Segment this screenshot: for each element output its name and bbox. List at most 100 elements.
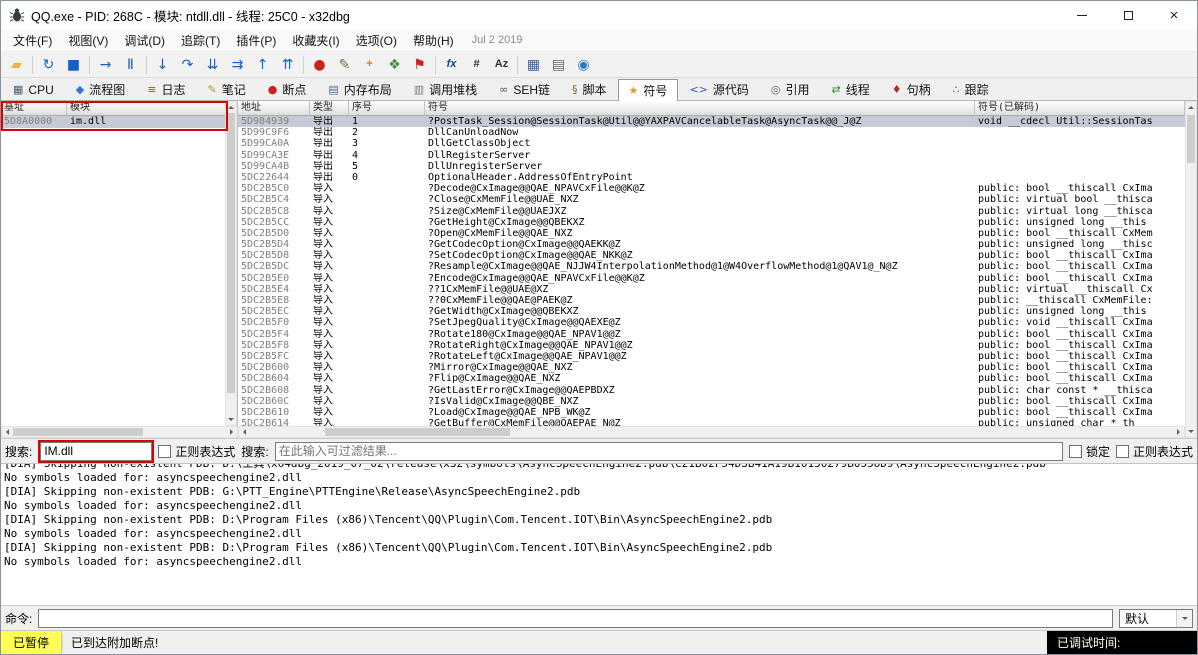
symbol-row[interactable]: 5DC2B5F4导入?Rotate180@CxImage@@QAE_NPAV1@… <box>238 329 1185 340</box>
tab-memory-map[interactable]: ▤内存布局 <box>317 78 402 100</box>
tab-trace[interactable]: ∴跟踪 <box>942 78 1000 100</box>
tab-seh-chain[interactable]: ∞SEH链 <box>488 78 561 100</box>
column-header-decoded[interactable]: 符号(已解码) <box>975 101 1185 116</box>
column-header-module[interactable]: 模块 <box>67 101 226 116</box>
command-profile-select[interactable]: 默认 <box>1119 609 1193 628</box>
scroll-down-button[interactable] <box>226 414 236 425</box>
restart-button[interactable]: ↻ <box>36 54 61 76</box>
scrollbar-track[interactable] <box>250 427 1173 437</box>
column-header-address[interactable]: 地址 <box>238 101 310 116</box>
symbol-row[interactable]: 5DC2B610导入?Load@CxImage@@QAE_NPB_WK@Zpub… <box>238 407 1185 418</box>
symbols-vertical-scrollbar[interactable] <box>1185 101 1197 438</box>
scrollbar-thumb[interactable] <box>325 428 510 436</box>
symbol-row[interactable]: 5DC2B5E4导入??1CxMemFile@@UAE@XZpublic: vi… <box>238 284 1185 295</box>
modules-vertical-scrollbar[interactable] <box>225 101 237 426</box>
scroll-down-button[interactable] <box>1186 426 1196 437</box>
module-regex-toggle[interactable]: 正则表达式 <box>158 443 235 460</box>
command-input[interactable] <box>38 609 1113 628</box>
symbol-row[interactable]: 5DC2B5C0导入?Decode@CxImage@@QAE_NPAVCxFil… <box>238 183 1185 194</box>
menu-item[interactable]: 调试(D) <box>116 30 173 51</box>
lock-checkbox[interactable] <box>1069 445 1082 458</box>
symbol-regex-checkbox[interactable] <box>1116 445 1129 458</box>
symbol-row[interactable]: 5D99CA0A导出3DllGetClassObject <box>238 138 1185 149</box>
tab-threads[interactable]: ⇄线程 <box>821 78 881 100</box>
menu-item[interactable]: 选项(O) <box>348 30 405 51</box>
scroll-right-button[interactable] <box>226 427 237 437</box>
symbol-row[interactable]: 5DC2B604导入?Flip@CxImage@@QAE_NXZpublic: … <box>238 373 1185 384</box>
symbol-row[interactable]: 5DC22644导出0OptionalHeader.AddressOfEntry… <box>238 172 1185 183</box>
tab-notes[interactable]: ✎笔记 <box>196 78 256 100</box>
settings-button[interactable]: ◉ <box>571 54 596 76</box>
pause-button[interactable]: Ⅱ <box>118 54 143 76</box>
symbol-row[interactable]: 5DC2B614导入?GetBuffer@CxMemFile@@QAEPAE_N… <box>238 418 1185 426</box>
maximize-button[interactable] <box>1105 1 1151 29</box>
tab-graph[interactable]: ◆流程图 <box>65 78 136 100</box>
tab-log[interactable]: ≡日志 <box>136 78 196 100</box>
lock-toggle[interactable]: 锁定 <box>1069 443 1110 460</box>
column-header-type[interactable]: 类型 <box>310 101 349 116</box>
execute-till-return-button[interactable]: ↑ <box>250 54 275 76</box>
symbol-row[interactable]: 5DC2B5D8导入?SetCodecOption@CxImage@@QAE_N… <box>238 250 1185 261</box>
symbol-row[interactable]: 5DC2B608导入?GetLastError@CxImage@@QAEPBDX… <box>238 385 1185 396</box>
symbol-row[interactable]: 5D984939导出1?PostTask_Session@SessionTask… <box>238 116 1185 127</box>
symbol-row[interactable]: 5DC2B5D4导入?GetCodecOption@CxImage@@QAEKK… <box>238 239 1185 250</box>
tab-handles[interactable]: ♦句柄 <box>881 78 942 100</box>
memory-map-button[interactable]: ▦ <box>521 54 546 76</box>
scroll-left-button[interactable] <box>2 427 13 437</box>
symbol-row[interactable]: 5DC2B60C导入?IsValid@CxImage@@QBE_NXZpubli… <box>238 396 1185 407</box>
scroll-up-button[interactable] <box>226 102 236 113</box>
symbol-row[interactable]: 5DC2B5CC导入?GetHeight@CxImage@@QBEKXZpubl… <box>238 217 1185 228</box>
symbol-filter-input[interactable] <box>275 442 1063 461</box>
run-to-user-code-button[interactable]: ⇈ <box>275 54 300 76</box>
scrollbar-thumb[interactable] <box>1187 115 1195 163</box>
scrollbar-track[interactable] <box>1186 113 1196 426</box>
symbol-row[interactable]: 5DC2B600导入?Mirror@CxImage@@QAE_NXZpublic… <box>238 362 1185 373</box>
step-into-button[interactable]: ↓ <box>150 54 175 76</box>
module-row[interactable]: 5D8A0000im.dll <box>1 116 226 128</box>
symbol-row[interactable]: 5DC2B5F0导入?SetJpegQuality@CxImage@@QAEXE… <box>238 317 1185 328</box>
stop-button[interactable]: ■ <box>61 54 86 76</box>
breakpoint-button[interactable]: ● <box>307 54 332 76</box>
menu-item[interactable]: 文件(F) <box>5 30 60 51</box>
module-regex-checkbox[interactable] <box>158 445 171 458</box>
scroll-up-button[interactable] <box>1186 102 1196 113</box>
run-button[interactable]: → <box>93 54 118 76</box>
tab-call-stack[interactable]: ▥调用堆栈 <box>403 78 488 100</box>
menu-item[interactable]: 追踪(T) <box>173 30 228 51</box>
open-file-button[interactable]: ▰ <box>4 54 29 76</box>
tab-cpu[interactable]: ▦CPU <box>2 78 65 100</box>
module-search-input[interactable] <box>40 442 152 461</box>
fix-dump-button[interactable]: + <box>357 54 382 76</box>
column-header-ordinal[interactable]: 序号 <box>349 101 425 116</box>
symbol-row[interactable]: 5DC2B5E0导入?Encode@CxImage@@QAE_NPAVCxFil… <box>238 273 1185 284</box>
symbol-row[interactable]: 5DC2B5EC导入?GetWidth@CxImage@@QBEKXZpubli… <box>238 306 1185 317</box>
symbol-row[interactable]: 5DC2B5D0导入?Open@CxMemFile@@QAE_NXZpublic… <box>238 228 1185 239</box>
close-button[interactable]: × <box>1151 1 1197 29</box>
scroll-right-button[interactable] <box>1173 427 1184 437</box>
scroll-left-button[interactable] <box>239 427 250 437</box>
animate-into-button[interactable]: ⇊ <box>200 54 225 76</box>
patch-button[interactable]: ✎ <box>332 54 357 76</box>
symbol-row[interactable]: 5DC2B5E8导入??0CxMemFile@@QAE@PAEK@Zpublic… <box>238 295 1185 306</box>
menu-item[interactable]: 视图(V) <box>60 30 116 51</box>
tab-breakpoints[interactable]: ●断点 <box>257 78 318 100</box>
column-header-symbol[interactable]: 符号 <box>425 101 975 116</box>
tab-script[interactable]: §脚本 <box>561 78 618 100</box>
symbol-row[interactable]: 5D99CA4B导出5DllUnregisterServer <box>238 161 1185 172</box>
chevron-down-icon[interactable] <box>1176 610 1192 627</box>
scrollbar-track[interactable] <box>13 427 226 437</box>
symbol-row[interactable]: 5DC2B5FC导入?RotateLeft@CxImage@@QAE_NPAV1… <box>238 351 1185 362</box>
minimize-button[interactable] <box>1059 1 1105 29</box>
symbol-row[interactable]: 5D99C9F6导出2DllCanUnloadNow <box>238 127 1185 138</box>
symbol-row[interactable]: 5D99CA3E导出4DllRegisterServer <box>238 150 1185 161</box>
symbol-row[interactable]: 5DC2B5C4导入?Close@CxMemFile@@UAE_NXZpubli… <box>238 194 1185 205</box>
scrollbar-thumb[interactable] <box>13 428 143 436</box>
symbol-row[interactable]: 5DC2B5DC导入?Resample@CxImage@@QAE_NJJW4In… <box>238 261 1185 272</box>
modules-horizontal-scrollbar[interactable] <box>1 426 238 438</box>
fx-button[interactable]: fx <box>439 54 464 76</box>
text-button[interactable]: Az <box>489 54 514 76</box>
tab-symbols[interactable]: ★符号 <box>618 79 679 101</box>
scrollbar-thumb[interactable] <box>227 113 235 393</box>
tab-references[interactable]: ◎引用 <box>760 78 821 100</box>
symbol-regex-toggle[interactable]: 正则表达式 <box>1116 443 1193 460</box>
